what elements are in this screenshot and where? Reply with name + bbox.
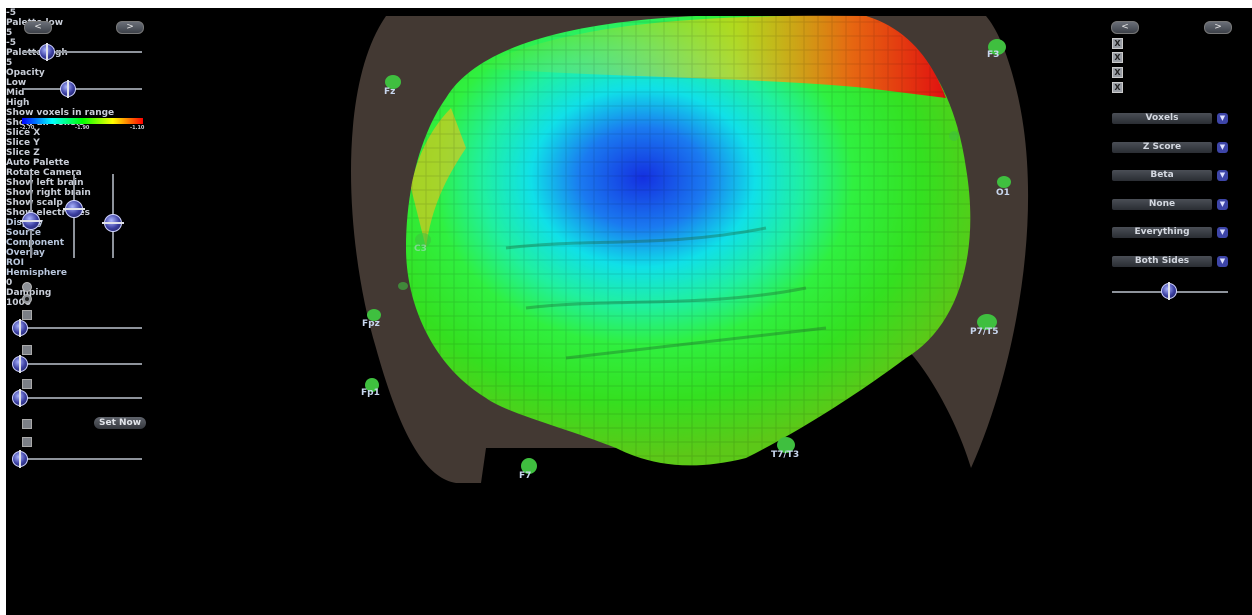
colorbar-max-label: -1.10 [130, 125, 145, 131]
opacity-low-knob[interactable] [20, 212, 42, 230]
opacity-mid-knob[interactable] [63, 200, 85, 218]
right-next-button[interactable]: > [1204, 21, 1232, 34]
electrode-f8 [398, 282, 408, 290]
electrode-label-fpz: Fpz [362, 319, 380, 329]
hemisphere-select[interactable]: Both Sides [1112, 256, 1212, 267]
slice-y-checkbox[interactable] [22, 345, 32, 355]
display-dropdown-arrow-icon[interactable]: ▼ [1217, 113, 1228, 124]
slice-y-track[interactable] [16, 363, 142, 365]
source-dropdown-arrow-icon[interactable]: ▼ [1217, 142, 1228, 153]
electrode-o1 [997, 176, 1011, 188]
damping-knob[interactable] [1161, 282, 1177, 300]
colorbar-min-label: -2.70 [20, 125, 35, 131]
show-left-brain-checkbox[interactable]: X [1112, 38, 1123, 49]
roi-select[interactable]: Everything [1112, 227, 1212, 238]
right-prev-button[interactable]: < [1111, 21, 1139, 34]
electrode-extra [949, 131, 959, 141]
auto-palette-checkbox[interactable] [22, 419, 32, 429]
slice-z-knob[interactable] [12, 389, 28, 407]
show-right-brain-checkbox[interactable]: X [1112, 52, 1123, 63]
electrode-label-f7: F7 [519, 471, 532, 481]
rotate-camera-knob[interactable] [12, 450, 28, 468]
display-select[interactable]: Voxels [1112, 113, 1212, 124]
roi-dropdown-arrow-icon[interactable]: ▼ [1217, 227, 1228, 238]
radio-show-all-voxels[interactable] [22, 294, 32, 304]
rotate-camera-checkbox[interactable] [22, 437, 32, 447]
slice-x-knob[interactable] [12, 319, 28, 337]
slice-y-knob[interactable] [12, 355, 28, 373]
source-select[interactable]: Z Score [1112, 142, 1212, 153]
color-bar [22, 118, 143, 124]
palette-low-knob[interactable] [39, 43, 55, 61]
electrode-label-p7t5: P7/T5 [970, 327, 999, 337]
slice-x-track[interactable] [16, 327, 142, 329]
brain-3d-viewport[interactable] [6, 8, 1252, 615]
show-scalp-checkbox[interactable]: X [1112, 67, 1123, 78]
electrode-label-fz: Fz [384, 87, 396, 97]
left-next-button[interactable]: > [116, 21, 144, 34]
palette-high-track[interactable] [22, 88, 142, 90]
rotate-camera-track[interactable] [16, 458, 142, 460]
radio-show-voxels-in-range[interactable] [22, 282, 32, 292]
set-now-button[interactable]: Set Now [94, 417, 147, 429]
opacity-high-knob[interactable] [102, 214, 124, 232]
electrode-label-o1: O1 [996, 188, 1010, 198]
show-electrodes-checkbox[interactable]: X [1112, 82, 1123, 93]
eeg-3d-viewer: Fz F3 O1 C3 Fpz Fp1 P7/T5 T7/T3 F7 < > -… [6, 8, 1252, 615]
colorbar-mid-label: -1.90 [75, 125, 90, 131]
slice-x-checkbox[interactable] [22, 310, 32, 320]
overlay-dropdown-arrow-icon[interactable]: ▼ [1217, 199, 1228, 210]
hemisphere-dropdown-arrow-icon[interactable]: ▼ [1217, 256, 1228, 267]
slice-z-track[interactable] [16, 397, 142, 399]
slice-z-checkbox[interactable] [22, 379, 32, 389]
component-select[interactable]: Beta [1112, 170, 1212, 181]
electrode-label-fp1: Fp1 [361, 388, 380, 398]
palette-high-knob[interactable] [60, 80, 76, 98]
overlay-select[interactable]: None [1112, 199, 1212, 210]
electrode-label-c3: C3 [414, 244, 427, 254]
electrode-label-t7t3: T7/T3 [771, 450, 800, 460]
electrode-label-f3: F3 [987, 50, 1000, 60]
component-dropdown-arrow-icon[interactable]: ▼ [1217, 170, 1228, 181]
left-prev-button[interactable]: < [24, 21, 52, 34]
